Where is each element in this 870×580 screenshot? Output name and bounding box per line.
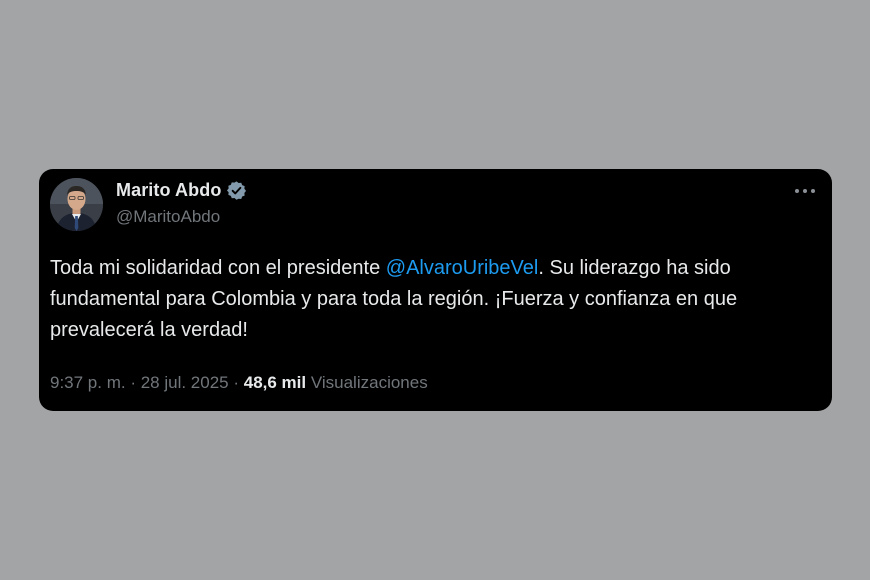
views-count[interactable]: 48,6 mil [244, 373, 306, 392]
author-display-name[interactable]: Marito Abdo [116, 180, 221, 201]
tweet-text: Toda mi solidaridad con el presidente @A… [50, 253, 820, 346]
avatar-photo-icon [50, 178, 103, 231]
meta-separator: · [125, 373, 141, 392]
more-dot [811, 189, 815, 193]
more-dot [803, 189, 807, 193]
views-label: Visualizaciones [310, 373, 428, 392]
more-options-icon[interactable] [792, 181, 818, 201]
tweet-card[interactable]: Marito Abdo @MaritoAbdo Toda mi solidari… [39, 169, 832, 411]
author-name-row[interactable]: Marito Abdo [116, 179, 247, 201]
meta-separator: · [228, 373, 244, 392]
more-dot [795, 189, 799, 193]
tweet-date[interactable]: 28 jul. 2025 [141, 373, 229, 392]
tweet-time[interactable]: 9:37 p. m. [50, 373, 126, 392]
mention-link[interactable]: @AlvaroUribeVel [386, 257, 539, 279]
avatar[interactable] [50, 178, 103, 231]
tweet-meta: 9:37 p. m. · 28 jul. 2025 · 48,6 mil Vis… [50, 373, 428, 393]
verified-badge-icon[interactable] [226, 180, 247, 201]
author-handle[interactable]: @MaritoAbdo [116, 207, 220, 227]
tweet-text-before-mention: Toda mi solidaridad con el presidente [50, 257, 386, 279]
